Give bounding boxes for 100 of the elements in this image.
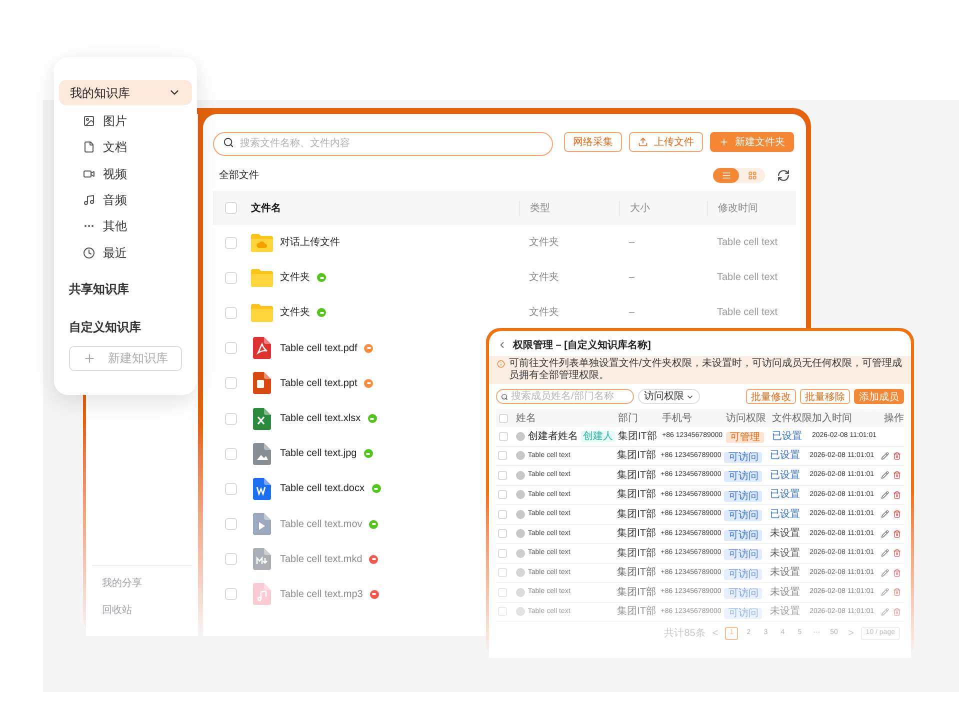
menu-item[interactable]: 视频 bbox=[59, 160, 192, 187]
table-cell-text: 已设置 bbox=[772, 430, 803, 444]
file-name[interactable]: Table cell text.xlsx bbox=[280, 411, 361, 426]
delete-icon[interactable] bbox=[893, 608, 902, 616]
toolbar-button[interactable]: 网络采集 bbox=[564, 132, 622, 152]
checkbox[interactable] bbox=[225, 377, 237, 390]
menu-item[interactable]: 文档 bbox=[59, 134, 192, 161]
checkbox[interactable] bbox=[498, 529, 508, 538]
edit-icon[interactable] bbox=[881, 510, 890, 518]
breadcrumb: 全部文件 bbox=[219, 168, 259, 182]
table-cell-text: 文件夹 bbox=[528, 306, 560, 320]
file-name[interactable]: Table cell text.jpg bbox=[280, 446, 357, 462]
avatar bbox=[516, 490, 525, 500]
delete-icon[interactable] bbox=[893, 568, 902, 577]
list-icon bbox=[722, 170, 730, 180]
checkbox[interactable] bbox=[225, 448, 237, 460]
file-name[interactable]: 文件夹 bbox=[280, 270, 310, 286]
new-library-button[interactable]: 新建知识库 bbox=[69, 346, 182, 371]
table-cell-text: 未设置 bbox=[770, 586, 801, 600]
avatar bbox=[516, 529, 525, 538]
plus-icon bbox=[83, 352, 96, 365]
edit-icon[interactable] bbox=[881, 490, 890, 499]
access-filter[interactable]: 访问权限 bbox=[638, 389, 700, 404]
checkbox[interactable] bbox=[225, 342, 237, 354]
menu-item[interactable]: 其他 bbox=[59, 213, 192, 240]
access-badge: 可访问 bbox=[724, 549, 762, 560]
delete-icon[interactable] bbox=[893, 510, 902, 518]
checkbox[interactable] bbox=[225, 202, 237, 214]
table-cell-text: 文件夹 bbox=[528, 270, 560, 286]
checkbox[interactable] bbox=[225, 482, 237, 495]
edit-icon[interactable] bbox=[881, 530, 890, 538]
checkbox[interactable] bbox=[225, 272, 237, 284]
checkbox[interactable] bbox=[498, 432, 508, 441]
access-badge: 可访问 bbox=[724, 568, 762, 580]
member-name: 创建者姓名 bbox=[528, 430, 578, 444]
toolbar-button[interactable]: 上传文件 bbox=[629, 132, 703, 152]
table-cell-text: 集团IT部 bbox=[618, 430, 658, 444]
search-field[interactable]: 搜索文件名称、文件内容 bbox=[213, 132, 553, 156]
delete-icon[interactable] bbox=[893, 471, 902, 480]
checkbox[interactable] bbox=[498, 548, 508, 558]
checkbox[interactable] bbox=[498, 451, 508, 460]
menu-item[interactable]: 最近 bbox=[59, 239, 192, 266]
column-header: 访问权限 bbox=[726, 412, 767, 426]
refresh-icon[interactable] bbox=[777, 168, 790, 182]
edit-icon[interactable] bbox=[881, 471, 890, 480]
creator-badge: 创建人 bbox=[581, 430, 615, 442]
action-button[interactable]: 批量移除 bbox=[800, 389, 850, 404]
table-cell-text: 已设置 bbox=[770, 508, 801, 522]
table-cell-text: 集团IT部 bbox=[617, 468, 657, 483]
access-badge: 可访问 bbox=[724, 588, 762, 600]
menu-item[interactable]: 图片 bbox=[59, 108, 192, 134]
edit-icon[interactable] bbox=[881, 549, 890, 558]
table-cell-text: – bbox=[628, 236, 636, 250]
delete-icon[interactable] bbox=[893, 490, 902, 499]
file-name[interactable]: 对话上传文件 bbox=[280, 235, 340, 250]
file-name[interactable]: Table cell text.ppt bbox=[280, 376, 358, 391]
file-name[interactable]: Table cell text.pdf bbox=[280, 340, 358, 356]
action-button[interactable]: 批量修改 bbox=[746, 389, 796, 404]
list-view-toggle[interactable] bbox=[713, 168, 739, 182]
delete-icon[interactable] bbox=[893, 588, 902, 596]
menu-item[interactable]: 音频 bbox=[59, 186, 192, 214]
column-header: 大小 bbox=[619, 200, 707, 216]
toolbar-button[interactable]: 新建文件夹 bbox=[710, 132, 794, 152]
library-header[interactable]: 自定义知识库 bbox=[59, 318, 192, 336]
checkbox[interactable] bbox=[498, 510, 508, 519]
delete-icon[interactable] bbox=[893, 549, 902, 558]
checkbox[interactable] bbox=[498, 414, 508, 422]
checkbox[interactable] bbox=[498, 568, 508, 578]
sidebar-link[interactable]: 我的分享 bbox=[92, 576, 192, 591]
checkbox[interactable] bbox=[225, 518, 237, 530]
edit-icon[interactable] bbox=[881, 568, 890, 577]
column-header: 操作 bbox=[884, 412, 904, 426]
checkbox[interactable] bbox=[225, 588, 237, 600]
checkbox[interactable] bbox=[498, 490, 508, 500]
file-name[interactable]: Table cell text.docx bbox=[280, 481, 364, 496]
search-icon bbox=[223, 136, 234, 148]
checkbox[interactable] bbox=[225, 236, 237, 249]
action-button[interactable]: 添加成员 bbox=[854, 389, 904, 404]
delete-icon[interactable] bbox=[893, 452, 902, 460]
file-name[interactable]: Table cell text.mov bbox=[280, 516, 362, 532]
grid-icon bbox=[748, 170, 756, 180]
file-name[interactable]: 文件夹 bbox=[280, 305, 310, 320]
file-name[interactable]: Table cell text.mp3 bbox=[280, 586, 363, 602]
edit-icon[interactable] bbox=[881, 452, 890, 460]
plus-icon bbox=[719, 137, 729, 147]
file-name[interactable]: Table cell text.mkd bbox=[280, 552, 362, 567]
checkbox[interactable] bbox=[225, 412, 237, 425]
table-cell-text: 已设置 bbox=[770, 488, 801, 502]
edit-icon[interactable] bbox=[881, 588, 890, 596]
info-icon bbox=[497, 360, 505, 368]
checkbox[interactable] bbox=[498, 470, 508, 480]
checkbox[interactable] bbox=[498, 588, 508, 597]
library-header[interactable]: 共享知识库 bbox=[59, 280, 192, 298]
checkbox[interactable] bbox=[225, 306, 237, 319]
table-cell-text: 集团IT部 bbox=[617, 488, 657, 502]
library-header[interactable]: 我的知识库 bbox=[59, 80, 192, 105]
member-search-field[interactable]: 搜索成员姓名/部门名称 bbox=[496, 389, 634, 404]
checkbox[interactable] bbox=[225, 553, 237, 566]
delete-icon[interactable] bbox=[893, 530, 902, 538]
sidebar-link[interactable]: 回收站 bbox=[92, 603, 192, 618]
